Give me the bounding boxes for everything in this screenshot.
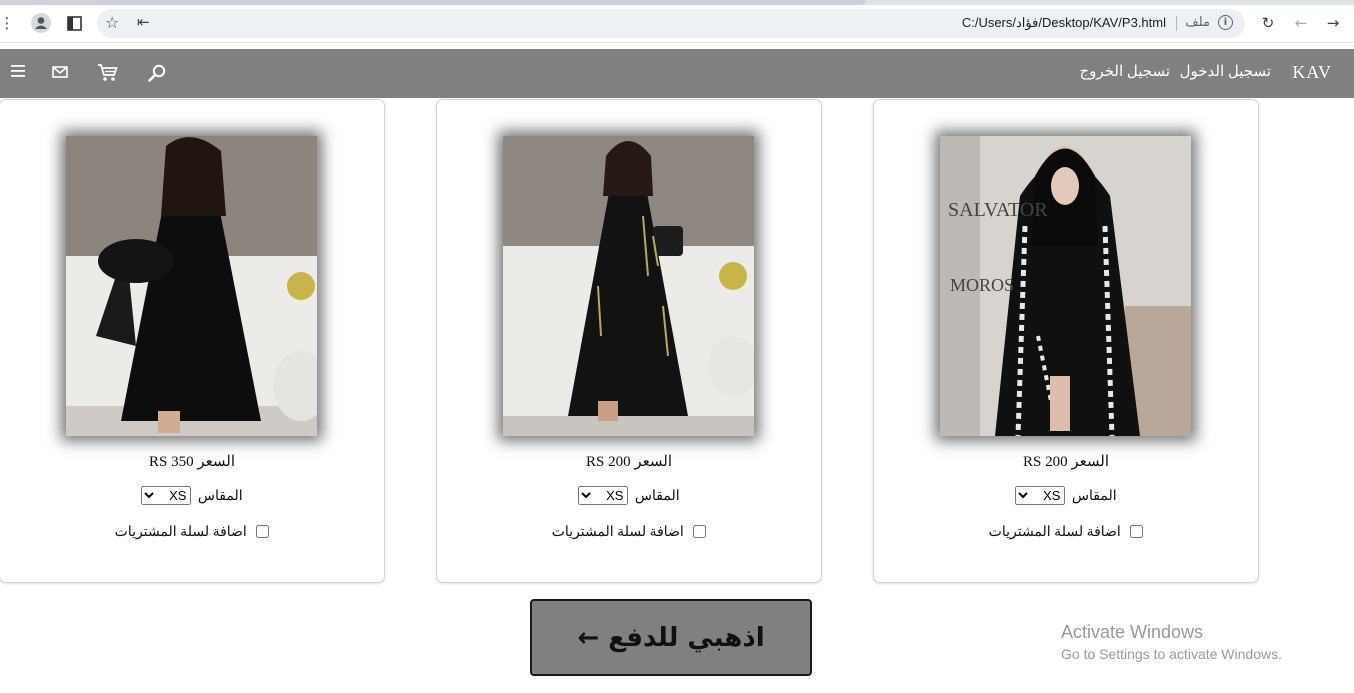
side-panel-icon[interactable] [63, 12, 85, 34]
product-image[interactable]: SALVATOR MOROS [940, 136, 1191, 436]
share-icon[interactable]: ⇤ [137, 13, 150, 31]
product-price: السعر RS 200 [586, 454, 672, 470]
site-header: KAV تسجيل الدخول تسجيل الخروج [0, 49, 1354, 98]
profile-avatar-icon[interactable] [30, 12, 52, 34]
go-to-payment-button[interactable]: اذهبي للدفع ← [530, 599, 812, 676]
add-to-cart-label: اضافة لسلة المشتريات [988, 525, 1121, 540]
size-row: المقاس XS [437, 486, 821, 505]
add-to-cart-checkbox[interactable] [693, 525, 707, 538]
watermark-title: Activate Windows [1061, 622, 1204, 642]
product-image[interactable] [503, 136, 754, 436]
size-select[interactable]: XS [1015, 486, 1066, 505]
brand-logo[interactable]: KAV [1292, 62, 1332, 83]
mail-icon[interactable] [52, 63, 68, 82]
add-to-cart-checkbox[interactable] [256, 525, 270, 538]
add-to-cart-checkbox[interactable] [1130, 525, 1144, 538]
add-to-cart-row: اضافة لسلة المشتريات [0, 524, 384, 541]
product-card: SALVATOR MOROS السعر RS 200 المقاس XS اض… [873, 99, 1259, 583]
product-price: السعر RS 350 [149, 454, 235, 470]
url-text[interactable]: C:/Users/فؤاد/Desktop/KAV/P3.html [962, 15, 1166, 31]
forward-arrow-icon[interactable]: → [1322, 12, 1344, 34]
product-image[interactable] [66, 136, 317, 436]
add-to-cart-row: اضافة لسلة المشتريات [874, 524, 1258, 541]
search-icon[interactable] [147, 63, 167, 87]
add-to-cart-label: اضافة لسلة المشتريات [114, 525, 247, 540]
site-info-icon[interactable]: i [1218, 15, 1233, 30]
bookmark-star-icon[interactable]: ☆ [105, 13, 119, 32]
size-select[interactable]: XS [141, 486, 192, 505]
hamburger-menu-icon[interactable] [10, 63, 26, 82]
address-bar[interactable]: i ملف C:/Users/فؤاد/Desktop/KAV/P3.html … [97, 9, 1245, 38]
size-row: المقاس XS [0, 486, 384, 505]
reload-icon[interactable]: ↻ [1257, 12, 1279, 34]
size-row: المقاس XS [874, 486, 1258, 505]
add-to-cart-row: اضافة لسلة المشتريات [437, 524, 821, 541]
product-card: السعر RS 350 المقاس XS اضافة لسلة المشتر… [0, 99, 385, 583]
cart-icon[interactable] [97, 63, 118, 86]
windows-activation-watermark: Activate Windows Go to Settings to activ… [1061, 622, 1282, 662]
login-link[interactable]: تسجيل الدخول [1180, 62, 1271, 81]
svg-text:SALVATOR: SALVATOR [948, 199, 1048, 221]
watermark-subtitle: Go to Settings to activate Windows. [1061, 646, 1282, 662]
logout-link[interactable]: تسجيل الخروج [1080, 62, 1171, 81]
size-label: المقاس [634, 489, 680, 504]
menu-dots-icon[interactable]: ⋮ [0, 12, 15, 34]
add-to-cart-label: اضافة لسلة المشتريات [551, 525, 684, 540]
product-card: السعر RS 200 المقاس XS اضافة لسلة المشتر… [436, 99, 822, 583]
back-arrow-icon[interactable]: ← [1290, 12, 1312, 34]
size-select[interactable]: XS [578, 486, 629, 505]
browser-toolbar: → ← ↻ i ملف C:/Users/فؤاد/Desktop/KAV/P3… [0, 5, 1354, 43]
file-scheme-label: ملف [1185, 15, 1210, 30]
size-label: المقاس [197, 489, 243, 504]
size-label: المقاس [1071, 489, 1117, 504]
address-separator [1176, 16, 1177, 31]
svg-text:MOROS: MOROS [950, 275, 1014, 295]
product-price: السعر RS 200 [1023, 454, 1109, 470]
